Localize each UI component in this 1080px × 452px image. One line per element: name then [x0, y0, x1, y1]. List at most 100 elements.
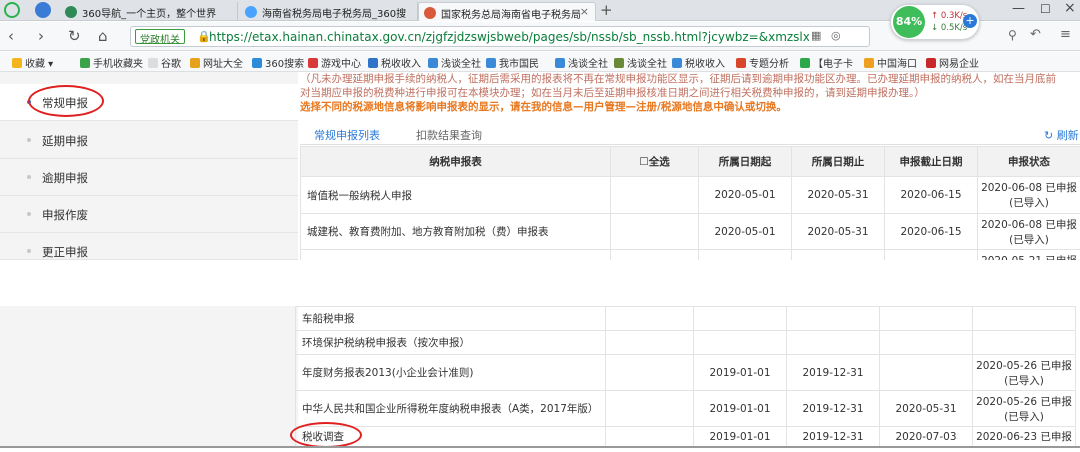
form-name[interactable]: 环境保护税纳税申报表（按次申报） [295, 330, 606, 355]
form-name[interactable]: 车船税申报 [295, 306, 606, 331]
new-tab-plus-icon[interactable]: + [600, 1, 613, 19]
bookmark-item[interactable]: 网址大全 [190, 55, 243, 70]
sidebar-item-label: 延期申报 [42, 134, 88, 148]
bookmark-item[interactable]: 谷歌 [148, 55, 181, 70]
menu-icon[interactable]: ≡ [1060, 27, 1071, 42]
bookmark-item[interactable]: 浅谈全社 [614, 55, 667, 70]
form-name[interactable]: 中华人民共和国企业所得税年度纳税申报表（A类，2017年版） [295, 390, 606, 427]
url-text[interactable]: https://etax.hainan.chinatax.gov.cn/zjgf… [209, 30, 809, 44]
tab-label: 360导航_一个主页，整个世界 [82, 9, 217, 20]
notice-line-3: 选择不同的税源地信息将影响申报表的显示，请在我的信息—用户管理—注册/税源地信息… [300, 101, 787, 113]
tab-search[interactable]: 海南省税务局电子税务局_360搜 [240, 2, 418, 21]
sidebar-item-correct[interactable]: 更正申报 [0, 233, 298, 260]
tab-search-icon [245, 6, 257, 18]
boost-plus-icon[interactable]: + [963, 14, 977, 28]
tab-deduction-result[interactable]: 扣款结果查询 [416, 127, 482, 143]
memory-percent: 84% [893, 6, 925, 38]
reload-icon[interactable]: ↻ [68, 27, 81, 45]
end-date: 2020-05-31 [791, 213, 885, 250]
bookmark-item[interactable]: 税收收入 [368, 55, 421, 70]
table-row[interactable]: 城建税、教育费附加、地方教育附加税（费）申报表 2020-05-01 2020-… [300, 213, 1080, 250]
bookmark-item[interactable]: 【电子卡 [800, 55, 853, 70]
bookmark-item[interactable]: 中国海口 [864, 55, 917, 70]
deadline: 2020-07-03 [879, 426, 973, 447]
select-cell[interactable] [605, 354, 694, 391]
tab-label: 海南省税务局电子税务局_360搜 [262, 9, 407, 20]
screenshot-gap [0, 260, 1080, 306]
table-row[interactable]: 增值税一般纳税人申报 2020-05-01 2020-05-31 2020-06… [300, 176, 1080, 214]
tab-etax[interactable]: 国家税务总局海南省电子税务局 × [418, 2, 596, 21]
search-icon[interactable]: ⚲ [1008, 28, 1017, 42]
sidebar-item-label: 申报作废 [42, 208, 88, 222]
bookmark-item[interactable]: 浅谈全社 [428, 55, 481, 70]
col-header-select-all[interactable]: ☐全选 [610, 146, 699, 177]
notice-text: （凡未办理延期申报手续的纳税人，征期后需采用的报表将不再在常规申报功能区显示，征… [300, 72, 1080, 114]
browser-logo-icon[interactable] [4, 2, 20, 18]
bullet-icon [27, 175, 31, 179]
bookmark-item[interactable]: 360搜索 [252, 55, 304, 70]
bookmark-item[interactable]: 浅谈全社 [555, 55, 608, 70]
table-row[interactable]: 税收调查 2019-01-01 2019-12-31 2020-07-03 20… [295, 426, 1076, 447]
checkbox-icon: ☐ [639, 156, 649, 168]
red-annotation-circle [28, 85, 104, 117]
tab-regular-list[interactable]: 常规申报列表 [314, 127, 380, 148]
tab-label: 国家税务总局海南省电子税务局 [441, 10, 581, 21]
sub-tabs: 常规申报列表 扣款结果查询 ↻ 刷新 [300, 123, 1080, 148]
bookmark-item[interactable]: 网易企业 [926, 55, 979, 70]
browser-nav-icon[interactable] [35, 2, 51, 18]
form-name[interactable]: 增值税一般纳税人申报 [300, 176, 611, 214]
bookmark-item[interactable]: 我市国民 [486, 55, 539, 70]
table-row[interactable]: 车船税申报 [295, 306, 1076, 331]
close-tab-icon[interactable]: × [580, 5, 589, 18]
select-cell[interactable] [605, 306, 694, 331]
start-date: 2019-01-01 [693, 426, 787, 447]
sidebar-item-label: 逾期申报 [42, 171, 88, 185]
tab-etax-icon [424, 7, 436, 19]
sidebar-item-deferred[interactable]: 延期申报 [0, 122, 298, 159]
sidebar-item-label: 更正申报 [42, 245, 88, 259]
select-cell[interactable] [610, 176, 699, 214]
bookmark-item[interactable]: 游戏中心 [308, 55, 361, 70]
deadline [879, 330, 973, 355]
maximize-icon[interactable]: ☐ [1040, 2, 1051, 16]
grid-icon[interactable]: ▦ [811, 29, 821, 42]
notice-line-2: 对当期应申报的税费种进行申报可在本模块办理；如在当月末后至延期申报核准日期之间进… [300, 87, 925, 99]
end-date [786, 306, 880, 331]
forward-arrow-icon[interactable]: › [38, 27, 44, 45]
status: 2020-06-08 已申报(已导入) [977, 176, 1080, 214]
back-arrow-icon[interactable]: ‹ [8, 27, 14, 45]
bookmark-star-icon[interactable]: 收藏 ▾ [12, 55, 53, 70]
select-cell[interactable] [605, 330, 694, 355]
eye-icon[interactable]: ◎ [831, 29, 841, 42]
table-row[interactable]: 中华人民共和国企业所得税年度纳税申报表（A类，2017年版） 2019-01-0… [295, 390, 1076, 427]
home-icon[interactable]: ⌂ [98, 27, 108, 45]
start-date [693, 330, 787, 355]
bookmark-item[interactable]: 专题分析 [736, 55, 789, 70]
minimize-icon[interactable]: — [1012, 1, 1025, 16]
form-name[interactable]: 城建税、教育费附加、地方教育附加税（费）申报表 [300, 213, 611, 250]
address-bar[interactable]: 党政机关 🔒 https://etax.hainan.chinatax.gov.… [130, 26, 870, 47]
sidebar-item-overdue[interactable]: 逾期申报 [0, 159, 298, 196]
undo-icon[interactable]: ↶ [1030, 27, 1041, 42]
deadline: 2020-06-15 [884, 176, 978, 214]
bullet-icon [27, 138, 31, 142]
select-cell[interactable] [605, 426, 694, 447]
bookmark-item[interactable]: 手机收藏夹 [80, 55, 143, 70]
bookmark-item[interactable]: 税收收入 [672, 55, 725, 70]
refresh-button[interactable]: ↻ 刷新 [1044, 127, 1079, 143]
tab-360-nav[interactable]: 360导航_一个主页，整个世界 [60, 2, 238, 21]
select-cell[interactable] [605, 390, 694, 427]
notice-line-1: （凡未办理延期申报手续的纳税人，征期后需采用的报表将不再在常规申报功能区显示，征… [300, 73, 1056, 85]
sidebar-item-void[interactable]: 申报作废 [0, 196, 298, 233]
bookmarks-bar: 收藏 ▾ 手机收藏夹 谷歌 网址大全 360搜索 游戏中心 税收收入 浅谈全社 … [0, 52, 1080, 72]
window-close-icon[interactable]: × [1064, 0, 1076, 16]
red-annotation-circle [290, 422, 362, 448]
bottom-divider [0, 446, 1080, 448]
table-row[interactable]: 环境保护税纳税申报表（按次申报） [295, 330, 1076, 355]
table-row[interactable]: 年度财务报表2013(小企业会计准则) 2019-01-01 2019-12-3… [295, 354, 1076, 391]
network-speed-widget[interactable]: 84% ↑ 0.3K/s ↓ 0.5K/s + [890, 4, 980, 40]
select-cell[interactable] [610, 213, 699, 250]
end-date: 2019-12-31 [786, 426, 880, 447]
form-name[interactable]: 年度财务报表2013(小企业会计准则) [295, 354, 606, 391]
start-date: 2020-05-01 [698, 176, 792, 214]
